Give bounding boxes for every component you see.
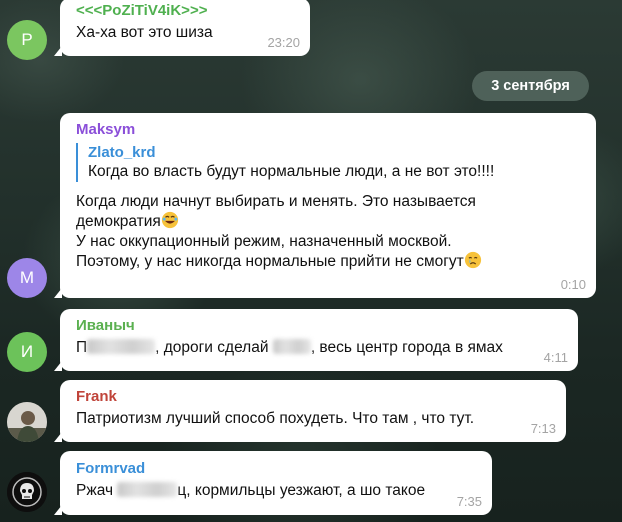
laughing-face-emoji-icon bbox=[161, 211, 178, 229]
message-bubble[interactable]: Maksym Zlato_krd Когда во власть будут н… bbox=[54, 113, 596, 298]
message-text: П, дороги сделай , весь центр города в я… bbox=[76, 339, 503, 356]
skull-logo-icon bbox=[7, 472, 47, 512]
message-time: 23:20 bbox=[267, 35, 300, 50]
avatar[interactable]: P bbox=[7, 20, 47, 60]
reply-quote[interactable]: Zlato_krd Когда во власть будут нормальн… bbox=[76, 143, 584, 182]
censored-text bbox=[117, 482, 178, 497]
user-photo-icon bbox=[7, 402, 47, 442]
avatar[interactable] bbox=[7, 402, 47, 442]
avatar[interactable]: И bbox=[7, 332, 47, 372]
crying-face-emoji-icon bbox=[464, 251, 481, 269]
message-text: Ха-ха вот это шиза bbox=[76, 24, 213, 41]
sender-name[interactable]: Maksym bbox=[76, 121, 584, 139]
reply-text: Когда во власть будут нормальные люди, а… bbox=[88, 163, 495, 180]
avatar[interactable] bbox=[7, 472, 47, 512]
message-text: Патриотизм лучший способ похудеть. Что т… bbox=[76, 410, 475, 427]
message-bubble[interactable]: Иваныч П, дороги сделай , весь центр гор… bbox=[54, 309, 578, 371]
sender-name[interactable]: Formrvad bbox=[76, 460, 480, 478]
reply-sender-name: Zlato_krd bbox=[88, 144, 156, 161]
chat-area[interactable]: P <<<PoZiTiV4iK>>> Ха-ха вот это шиза 23… bbox=[0, 0, 622, 522]
censored-text bbox=[87, 339, 156, 354]
message-text: Ржач ц, кормильцы уезжают, а шо такое bbox=[76, 482, 426, 499]
censored-text bbox=[272, 339, 311, 354]
message-bubble[interactable]: <<<PoZiTiV4iK>>> Ха-ха вот это шиза 23:2… bbox=[54, 0, 310, 56]
message-time: 7:13 bbox=[530, 421, 556, 436]
message-time: 7:35 bbox=[456, 494, 482, 509]
message-time: 0:10 bbox=[560, 277, 586, 292]
message-bubble[interactable]: Frank Патриотизм лучший способ похудеть.… bbox=[54, 380, 566, 442]
sender-name[interactable]: Иваныч bbox=[76, 317, 566, 335]
sender-name[interactable]: Frank bbox=[76, 388, 554, 406]
avatar[interactable]: M bbox=[7, 258, 47, 298]
message-time: 4:11 bbox=[543, 350, 568, 365]
message-text: Когда люди начнут выбирать и менять. Это… bbox=[76, 192, 584, 272]
message-bubble[interactable]: Formrvad Ржач ц, кормильцы уезжают, а шо… bbox=[54, 451, 492, 515]
sender-name[interactable]: <<<PoZiTiV4iK>>> bbox=[76, 2, 298, 20]
date-separator[interactable]: 3 сентября bbox=[472, 71, 589, 101]
